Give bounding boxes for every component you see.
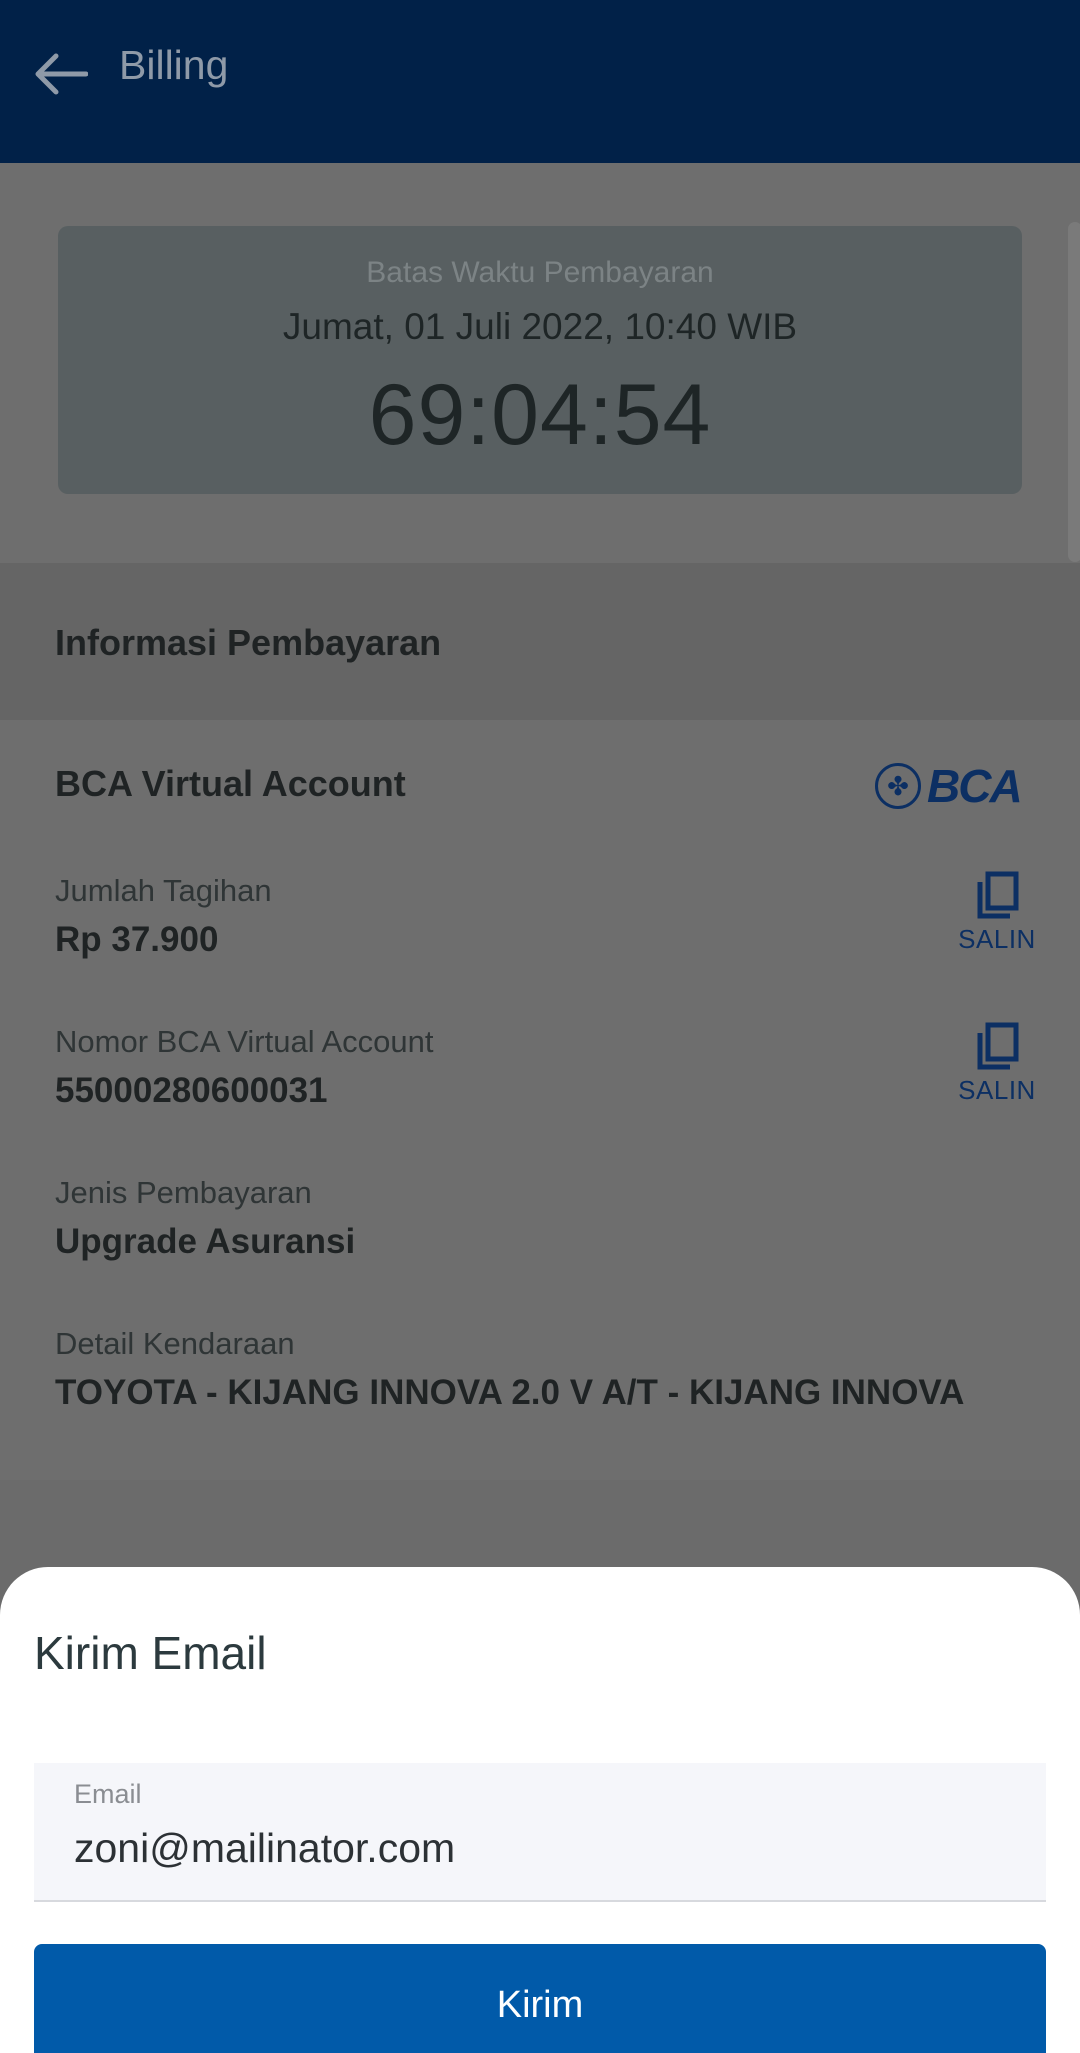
va-number-value: 55000280600031 — [55, 1071, 328, 1110]
copy-icon — [977, 871, 1019, 919]
amount-label: Jumlah Tagihan — [55, 873, 272, 908]
payment-info-title: Informasi Pembayaran — [55, 622, 442, 663]
deadline-label: Batas Waktu Pembayaran — [366, 256, 714, 289]
arrow-left-icon — [35, 53, 88, 95]
bca-emblem-icon: ✤ — [875, 763, 921, 809]
deadline-card: Batas Waktu Pembayaran Jumat, 01 Juli 20… — [58, 226, 1022, 494]
amount-value: Rp 37.900 — [55, 920, 219, 959]
copy-amount-button[interactable]: SALIN — [955, 870, 1039, 955]
scrollbar[interactable] — [1068, 222, 1080, 562]
email-field-label: Email — [74, 1779, 142, 1809]
copy-va-number-label: SALIN — [958, 1075, 1036, 1105]
bca-logo: ✤ BCA — [875, 760, 1025, 812]
bank-name: BCA Virtual Account — [55, 763, 406, 804]
copy-icon — [977, 1022, 1019, 1070]
email-field[interactable]: Email — [34, 1763, 1046, 1902]
copy-amount-label: SALIN — [958, 924, 1036, 954]
page-title: Billing — [119, 42, 229, 88]
va-number-label: Nomor BCA Virtual Account — [55, 1024, 434, 1059]
send-email-button[interactable]: Kirim — [34, 1944, 1046, 2053]
payment-type-value: Upgrade Asuransi — [55, 1222, 356, 1261]
app-bar: Billing — [0, 0, 1080, 163]
payment-type-label: Jenis Pembayaran — [55, 1175, 312, 1210]
email-sheet-title: Kirim Email — [34, 1627, 267, 1679]
deadline-date: Jumat, 01 Juli 2022, 10:40 WIB — [282, 306, 798, 347]
countdown-timer: 69:04:54 — [368, 367, 712, 463]
vehicle-detail-label: Detail Kendaraan — [55, 1326, 295, 1361]
bca-logo-text: BCA — [927, 760, 1023, 812]
copy-va-number-button[interactable]: SALIN — [955, 1021, 1039, 1106]
back-button[interactable] — [30, 44, 90, 104]
vehicle-detail-value: TOYOTA - KIJANG INNOVA 2.0 V A/T - KIJAN… — [55, 1373, 965, 1412]
email-input[interactable] — [74, 1825, 1004, 1872]
